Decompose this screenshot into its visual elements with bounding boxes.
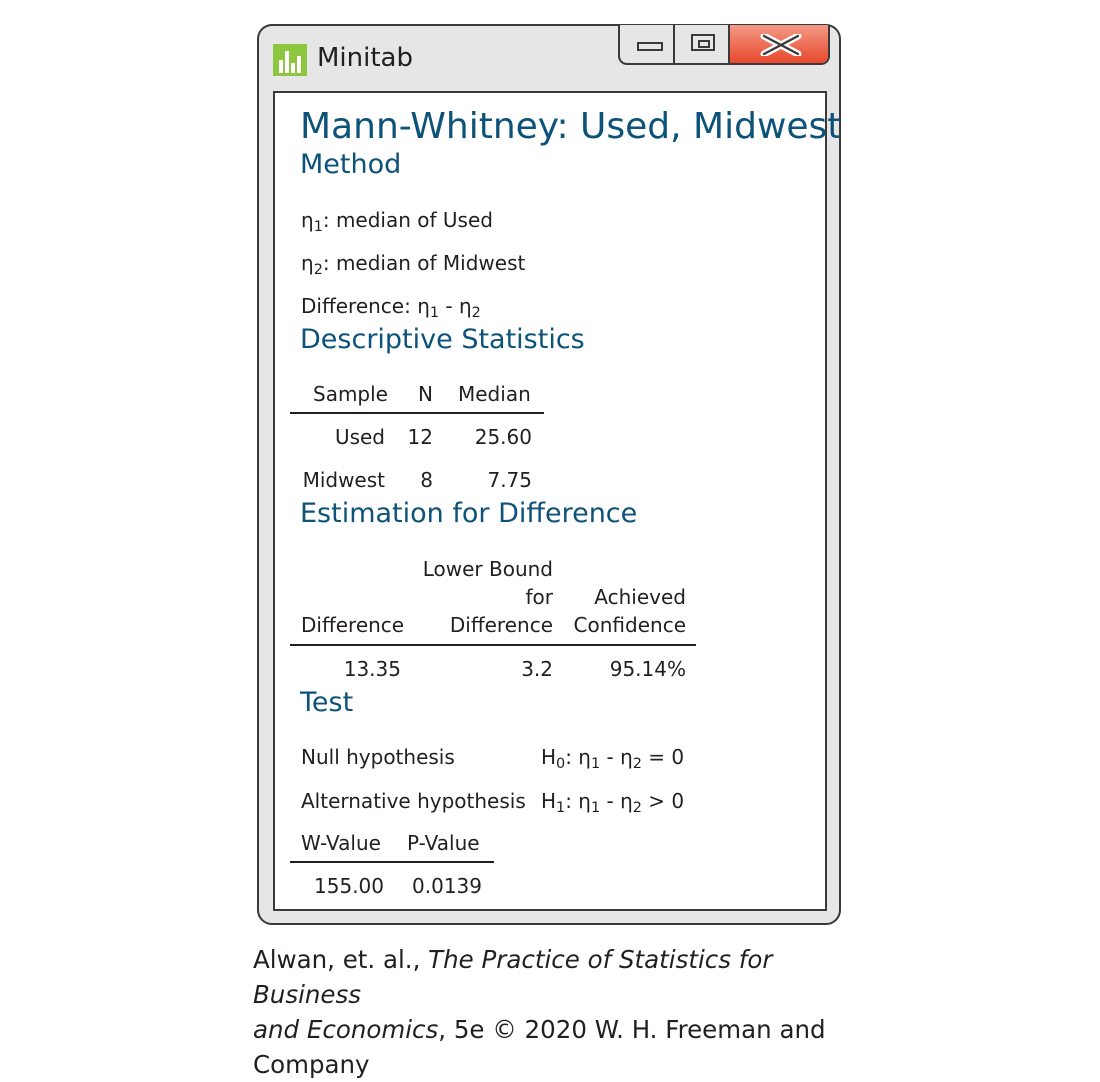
desc-row-used-sample: Used — [334, 425, 385, 449]
desc-row-used-n: 12 — [407, 425, 433, 449]
minitab-window: Minitab Mann-Whitney: Used, Midwest Meth… — [257, 24, 841, 925]
window-controls — [618, 25, 830, 65]
caption-book-title-2: and Economics — [253, 1015, 439, 1044]
est-col-achieved-2: Confidence — [573, 613, 686, 637]
descriptive-heading: Descriptive Statistics — [300, 324, 585, 355]
est-col-difference: Difference — [301, 613, 405, 637]
close-icon — [760, 34, 802, 56]
test-col-w-value: W-Value — [301, 831, 381, 855]
desc-header-rule — [290, 412, 544, 414]
test-null-label: Null hypothesis — [301, 745, 455, 769]
method-eta1: η1: median of Used — [301, 208, 493, 236]
desc-col-median: Median — [458, 382, 531, 406]
session-output-pane: Mann-Whitney: Used, Midwest Method η1: m… — [273, 91, 841, 911]
test-header-rule — [290, 861, 494, 863]
test-alt-label: Alternative hypothesis — [301, 789, 526, 813]
desc-row-midwest-n: 8 — [420, 468, 433, 492]
est-col-lower-1: Lower Bound — [422, 557, 553, 581]
est-row-lower-bound: 3.2 — [521, 657, 553, 681]
minimize-icon — [637, 42, 663, 51]
caption-edition-2: Company — [253, 1050, 370, 1079]
est-col-achieved-1: Achieved — [594, 585, 686, 609]
source-caption: Alwan, et. al., The Practice of Statisti… — [253, 942, 853, 1082]
maximize-button[interactable] — [675, 25, 730, 63]
test-row-w-value: 155.00 — [314, 874, 384, 898]
method-eta2: η2: median of Midwest — [301, 251, 526, 279]
desc-row-used-median: 25.60 — [474, 425, 532, 449]
maximize-icon — [691, 34, 715, 51]
close-button[interactable] — [730, 25, 828, 63]
minitab-bars-icon — [273, 44, 307, 76]
test-heading: Test — [300, 687, 354, 718]
test-col-p-value: P-Value — [407, 831, 480, 855]
estimation-heading: Estimation for Difference — [300, 498, 638, 529]
minimize-button[interactable] — [620, 25, 675, 63]
method-heading: Method — [300, 149, 402, 180]
method-difference: Difference: η1 - η2 — [301, 294, 481, 322]
test-alt-value: H1: η1 - η2 > 0 — [541, 789, 685, 817]
test-row-p-value: 0.0139 — [412, 874, 482, 898]
desc-row-midwest-median: 7.75 — [487, 468, 532, 492]
caption-edition-1: , 5e © 2020 W. H. Freeman and — [438, 1015, 826, 1044]
est-row-difference: 13.35 — [343, 657, 401, 681]
desc-col-sample: Sample — [313, 382, 388, 406]
est-header-rule — [290, 644, 696, 646]
est-row-confidence: 95.14% — [609, 657, 686, 681]
window-title: Minitab — [317, 43, 413, 73]
est-col-lower-3: Difference — [449, 613, 553, 637]
desc-col-n: N — [418, 382, 433, 406]
desc-row-midwest-sample: Midwest — [302, 468, 385, 492]
est-col-lower-2: for — [525, 585, 554, 609]
report-title: Mann-Whitney: Used, Midwest — [300, 106, 842, 147]
caption-authors: Alwan, et. al., — [253, 945, 429, 974]
test-null-value: H0: η1 - η2 = 0 — [541, 745, 685, 773]
